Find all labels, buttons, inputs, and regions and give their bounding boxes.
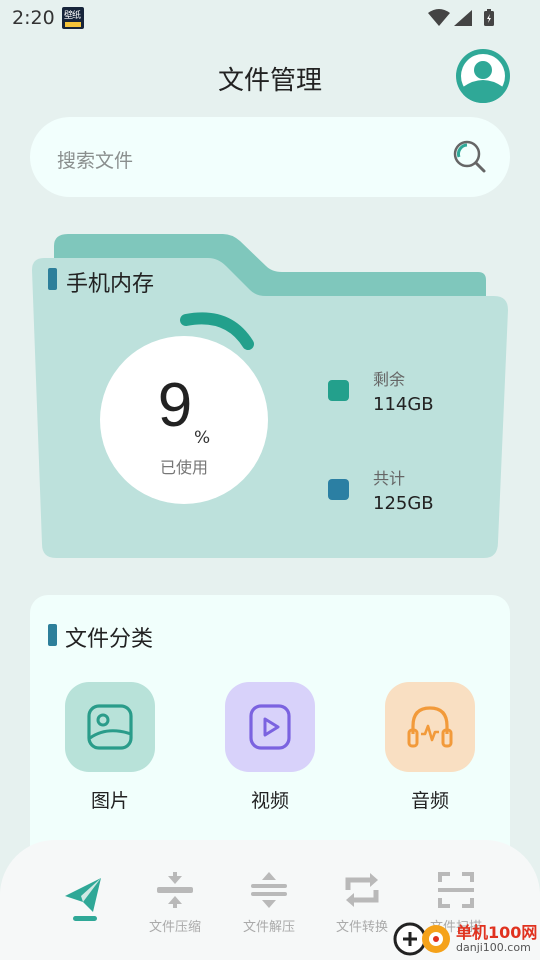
status-icons xyxy=(428,8,500,32)
status-bar: 2:20 壁纸 xyxy=(0,0,540,36)
section-marker xyxy=(48,624,57,646)
search-placeholder: 搜索文件 xyxy=(57,150,134,172)
category-name: 视频 xyxy=(250,790,289,812)
search-input[interactable]: 搜索文件 xyxy=(30,117,510,197)
image-icon xyxy=(87,704,133,750)
section-marker xyxy=(48,268,57,290)
total-label: 共计 xyxy=(373,469,406,488)
audio-icon xyxy=(407,706,453,748)
used-label: 已使用 xyxy=(159,458,208,477)
send-icon xyxy=(65,878,101,921)
remaining-value: 114GB xyxy=(373,394,434,415)
notification-app-icon: 壁纸 xyxy=(62,7,84,29)
video-tile[interactable] xyxy=(225,682,315,772)
user-icon xyxy=(461,54,505,103)
status-time: 2:20 xyxy=(12,7,55,29)
tab-compress[interactable]: 文件压缩 xyxy=(135,870,215,935)
total-swatch xyxy=(328,479,349,500)
search-icon[interactable] xyxy=(450,137,490,177)
percent-sign: % xyxy=(194,428,211,448)
category-name: 音频 xyxy=(410,790,449,812)
tab-label: 文件压缩 xyxy=(148,920,201,935)
usage-ring: 9 % 已使用 xyxy=(100,336,268,504)
used-percent: 9 xyxy=(157,371,193,440)
storage-card[interactable]: 手机内存 9 % 已使用 剩余 114GB 共计 125GB xyxy=(28,232,512,562)
signal-icon xyxy=(454,10,472,26)
battery-icon xyxy=(484,9,494,26)
category-images[interactable]: 图片 xyxy=(65,682,155,813)
category-videos[interactable]: 视频 xyxy=(225,682,315,813)
total-value: 125GB xyxy=(373,493,434,514)
scan-icon xyxy=(438,872,474,908)
watermark: 单机100网 danji100.com xyxy=(390,915,540,960)
category-audio[interactable]: 音频 xyxy=(385,682,475,813)
avatar[interactable] xyxy=(456,49,510,103)
tab-label: 文件解压 xyxy=(242,920,295,935)
compress-icon xyxy=(157,872,193,908)
category-label: 文件分类 xyxy=(65,627,154,652)
watermark-url: danji100.com xyxy=(456,941,531,954)
convert-icon xyxy=(345,873,379,907)
tab-decompress[interactable]: 文件解压 xyxy=(229,870,309,935)
wifi-icon xyxy=(428,9,450,26)
category-card: 文件分类 图片 视频 音频 xyxy=(30,595,510,875)
storage-label: 手机内存 xyxy=(66,272,155,297)
watermark-logo-icon xyxy=(393,922,450,956)
audio-tile[interactable] xyxy=(385,682,475,772)
tab-home[interactable] xyxy=(44,870,124,926)
category-name: 图片 xyxy=(90,790,129,812)
video-icon xyxy=(249,704,291,750)
notification-app-icon-text: 壁纸 xyxy=(64,11,81,21)
decompress-icon xyxy=(251,872,287,908)
remaining-label: 剩余 xyxy=(373,370,406,389)
image-tile[interactable] xyxy=(65,682,155,772)
watermark-text: 单机100网 xyxy=(456,923,538,942)
remaining-swatch xyxy=(328,380,349,401)
